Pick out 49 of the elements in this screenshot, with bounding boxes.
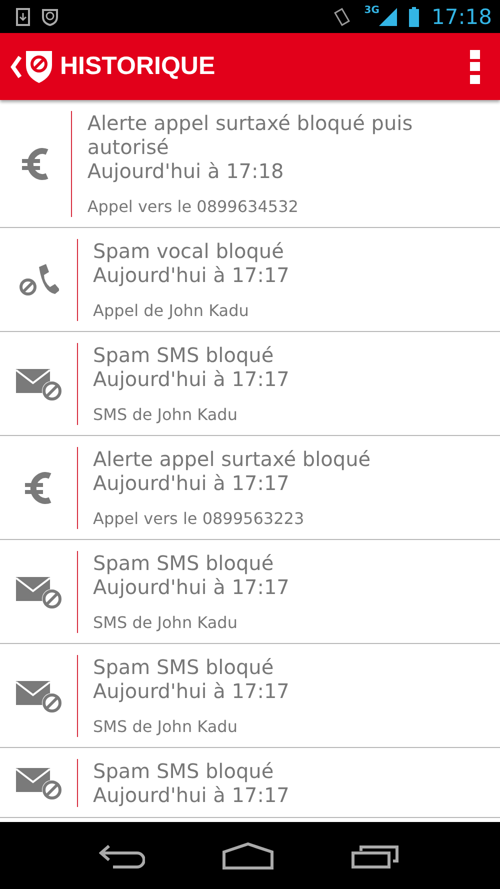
event-detail: SMS de John Kadu xyxy=(93,717,238,737)
blocked-message-icon xyxy=(14,367,62,401)
history-item[interactable]: Spam SMS bloqué Aujourd'hui à 17:17 SMS de John Kadu xyxy=(0,540,500,644)
event-title: Alerte appel surtaxé bloqué xyxy=(93,447,371,471)
event-time: Aujourd'hui à 17:17 xyxy=(93,679,290,703)
event-title: Spam vocal bloqué xyxy=(93,239,285,263)
shield-icon xyxy=(42,8,58,26)
event-title: Spam SMS bloqué xyxy=(93,343,275,367)
history-item[interactable]: Spam vocal bloqué Aujourd'hui à 17:17 Appel de John Kadu xyxy=(0,228,500,332)
event-title: Spam SMS bloqué xyxy=(93,655,275,679)
shield-logo xyxy=(24,48,54,84)
event-detail: Appel vers le 0899634532 xyxy=(87,197,300,217)
history-item[interactable]: Spam SMS bloqué Aujourd'hui à 17:17 SMS de John Kadu xyxy=(0,644,500,748)
home-icon[interactable] xyxy=(222,842,274,870)
history-item[interactable]: Spam SMS bloqué Aujourd'hui à 17:17 xyxy=(0,748,500,818)
blocked-call-icon xyxy=(18,263,58,297)
recent-apps-icon[interactable] xyxy=(351,842,402,868)
event-title: Alerte appel surtaxé bloqué puis autorisé xyxy=(87,111,414,159)
clock-time: 17:18 xyxy=(431,4,492,28)
screen-title: HISTORIQUE xyxy=(60,52,216,81)
blocked-message-icon xyxy=(14,575,62,609)
chevron-left-icon xyxy=(10,54,22,78)
overflow-menu-icon xyxy=(470,50,480,84)
history-item[interactable]: Alerte appel surtaxé bloqué puis autorisé Aujourd'hui à 17:18 Appel vers le 0899634532 xyxy=(0,100,500,228)
event-time: Aujourd'hui à 17:17 xyxy=(93,783,290,807)
event-time: Aujourd'hui à 17:17 xyxy=(93,263,290,287)
blocked-message-icon xyxy=(14,766,62,800)
network-type: 3G xyxy=(364,5,380,16)
event-detail: SMS de John Kadu xyxy=(93,405,238,425)
download-icon xyxy=(16,8,30,26)
history-item[interactable]: Spam SMS bloqué Aujourd'hui à 17:17 SMS de John Kadu xyxy=(0,332,500,436)
vibrate-icon xyxy=(332,6,352,26)
event-time: Aujourd'hui à 17:17 xyxy=(93,471,290,495)
back-icon[interactable] xyxy=(98,842,145,868)
back-button[interactable] xyxy=(10,48,54,84)
euro-icon xyxy=(22,146,50,182)
signal-icon xyxy=(379,8,398,26)
history-item[interactable]: Alerte appel surtaxé bloqué Aujourd'hui à 17:17 Appel vers le 0899563223 xyxy=(0,436,500,540)
event-title: Spam SMS bloqué xyxy=(93,551,275,575)
event-time: Aujourd'hui à 17:17 xyxy=(93,575,290,599)
event-detail: Appel vers le 0899563223 xyxy=(93,509,306,529)
battery-icon xyxy=(409,6,420,26)
event-title: Spam SMS bloqué xyxy=(93,759,275,783)
event-detail: Appel de John Kadu xyxy=(93,301,250,321)
event-time: Aujourd'hui à 17:17 xyxy=(93,367,290,391)
euro-icon xyxy=(24,470,52,506)
blocked-message-icon xyxy=(14,679,62,713)
event-detail: SMS de John Kadu xyxy=(93,613,238,633)
event-time: Aujourd'hui à 17:18 xyxy=(87,159,285,183)
